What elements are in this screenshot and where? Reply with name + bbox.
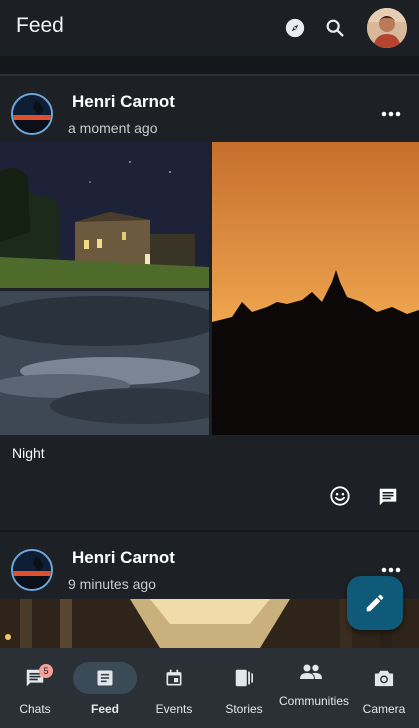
- nav-label: Feed: [90, 702, 119, 716]
- nav-item-stories[interactable]: Stories: [212, 648, 276, 728]
- post-photo-clouds[interactable]: [0, 291, 209, 435]
- more-horiz-icon[interactable]: [381, 106, 401, 117]
- nav-item-camera[interactable]: Camera: [352, 648, 416, 728]
- post-author[interactable]: Henri Carnot: [72, 548, 175, 568]
- nav-label: Events: [155, 702, 193, 716]
- app-bar: Feed: [0, 0, 419, 56]
- nav-item-events[interactable]: Events: [142, 648, 206, 728]
- nav-label: Communities: [279, 694, 350, 708]
- post-photo-sunset[interactable]: [212, 142, 419, 435]
- edit-pencil-icon: [366, 594, 384, 612]
- author-avatar[interactable]: [11, 93, 53, 135]
- emoji-icon[interactable]: [329, 485, 351, 507]
- author-avatar[interactable]: [11, 549, 53, 591]
- post-caption: Night: [12, 445, 45, 461]
- bottom-navigation: 5 Chats Feed Events Stories Communities …: [0, 648, 419, 728]
- nav-label: Stories: [225, 702, 263, 716]
- nav-label: Chats: [19, 702, 51, 716]
- article-icon: [73, 662, 137, 694]
- post-time: a moment ago: [68, 120, 158, 136]
- user-avatar[interactable]: [367, 8, 407, 48]
- stories-icon: [212, 662, 276, 694]
- nav-item-chats[interactable]: 5 Chats: [3, 648, 67, 728]
- calendar-icon: [142, 662, 206, 694]
- chat-icon: 5: [3, 662, 67, 694]
- unread-badge: 5: [39, 664, 53, 678]
- comment-icon[interactable]: [377, 486, 399, 508]
- post-time: 9 minutes ago: [68, 576, 156, 592]
- nav-label: Camera: [362, 702, 406, 716]
- compose-post-button[interactable]: [347, 576, 403, 630]
- people-icon: [279, 656, 343, 688]
- page-title: Feed: [16, 14, 64, 37]
- search-icon[interactable]: [321, 14, 349, 42]
- nav-item-communities[interactable]: Communities: [279, 648, 350, 728]
- post-card[interactable]: Henri Carnot a moment ago Night: [0, 76, 419, 530]
- post-author[interactable]: Henri Carnot: [72, 92, 175, 112]
- post-photo-house[interactable]: [0, 142, 209, 288]
- explore-icon[interactable]: [281, 14, 309, 42]
- camera-icon: [352, 662, 416, 694]
- more-horiz-icon[interactable]: [381, 562, 401, 573]
- nav-item-feed[interactable]: Feed: [73, 648, 137, 728]
